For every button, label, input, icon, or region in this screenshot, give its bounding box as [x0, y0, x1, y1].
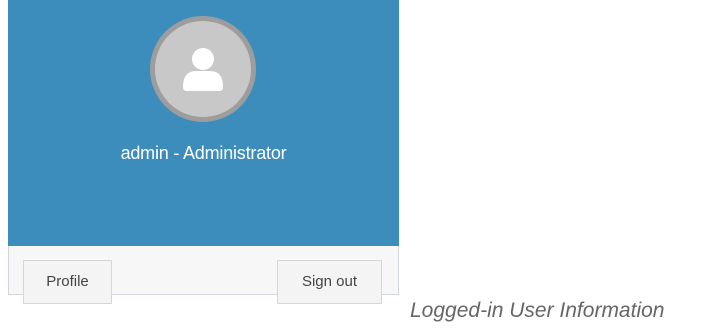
user-name-role: admin - Administrator — [120, 143, 287, 163]
user-dropdown-card: admin - Administrator Profile Sign out — [8, 0, 399, 304]
user-avatar — [150, 16, 256, 122]
user-footer: Profile Sign out — [9, 246, 398, 304]
sign-out-button[interactable]: Sign out — [277, 260, 382, 304]
profile-button[interactable]: Profile — [23, 260, 112, 304]
page: admin - Administrator Profile Sign out L… — [0, 0, 728, 329]
user-header: admin - Administrator — [8, 0, 399, 246]
figure-caption: Logged-in User Information — [410, 299, 665, 322]
user-silhouette-icon — [183, 48, 223, 91]
